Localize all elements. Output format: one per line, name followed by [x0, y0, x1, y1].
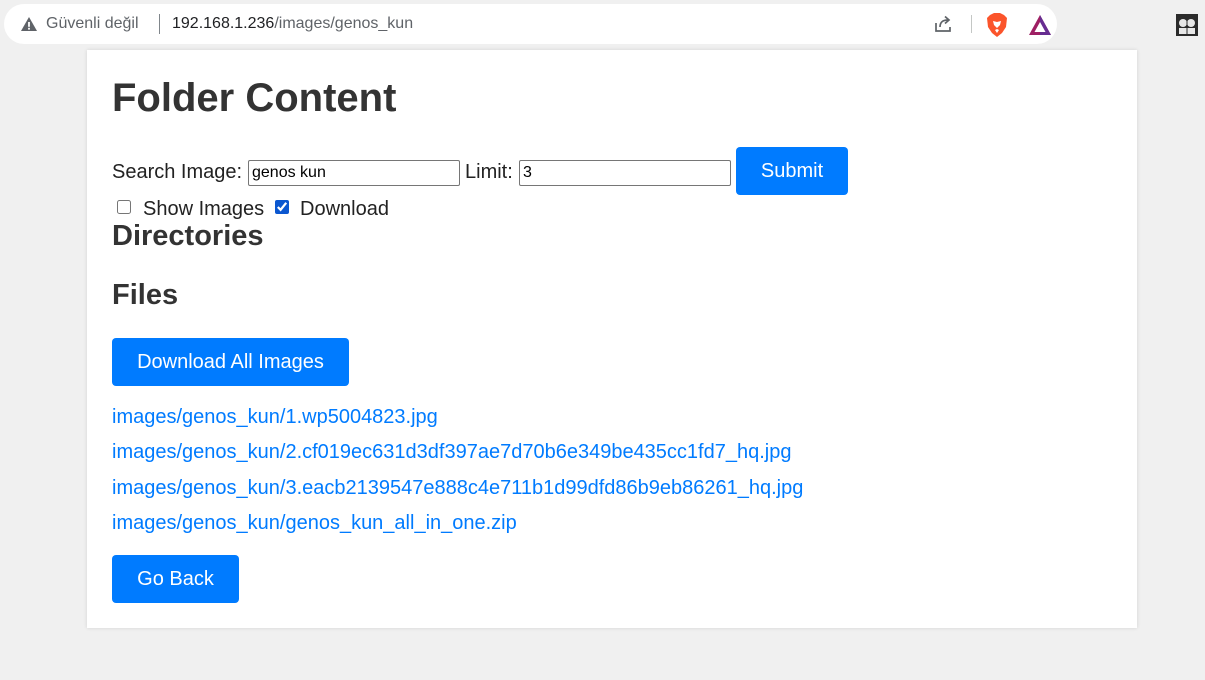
download-all-images-button[interactable]: Download All Images	[112, 338, 349, 386]
profile-avatar-icon[interactable]	[1176, 14, 1198, 36]
brave-lion-icon[interactable]	[985, 12, 1009, 38]
directories-heading: Directories	[112, 220, 264, 252]
search-image-label: Search Image:	[112, 161, 243, 183]
file-link[interactable]: images/genos_kun/1.wp5004823.jpg	[112, 405, 438, 429]
files-heading: Files	[112, 279, 179, 311]
url-host: 192.168.1.236	[172, 15, 275, 32]
browser-toolbar: Güvenli değil 192.168.1.236/images/genos…	[0, 0, 1205, 49]
submit-button[interactable]: Submit	[736, 147, 848, 195]
page-title: Folder Content	[112, 76, 397, 120]
file-link[interactable]: images/genos_kun/genos_kun_all_in_one.zi…	[112, 511, 517, 535]
search-image-input[interactable]	[248, 160, 460, 186]
brave-rewards-icon[interactable]	[1027, 13, 1053, 37]
limit-input[interactable]	[519, 160, 731, 186]
show-images-checkbox[interactable]	[117, 200, 131, 214]
limit-label: Limit:	[465, 161, 513, 183]
options-row: Show Images Download	[112, 196, 512, 220]
security-status-label[interactable]: Güvenli değil	[46, 15, 139, 33]
file-link[interactable]: images/genos_kun/3.eacb2139547e888c4e711…	[112, 476, 803, 500]
download-label[interactable]: Download	[300, 197, 389, 221]
show-images-label[interactable]: Show Images	[143, 197, 264, 221]
content-card: Folder Content Search Image: Limit: Subm…	[87, 50, 1137, 628]
address-bar[interactable]: Güvenli değil 192.168.1.236/images/genos…	[4, 4, 1057, 44]
url-text[interactable]: 192.168.1.236/images/genos_kun	[172, 15, 413, 33]
share-icon[interactable]	[932, 13, 954, 35]
toolbar-divider	[971, 15, 972, 33]
search-form: Search Image: Limit: Submit	[112, 147, 1012, 195]
go-back-button[interactable]: Go Back	[112, 555, 239, 603]
download-checkbox[interactable]	[275, 200, 289, 214]
file-link[interactable]: images/genos_kun/2.cf019ec631d3df397ae7d…	[112, 440, 791, 464]
warning-triangle-icon[interactable]	[20, 15, 38, 33]
security-divider	[159, 14, 160, 34]
url-path: /images/genos_kun	[274, 15, 414, 32]
